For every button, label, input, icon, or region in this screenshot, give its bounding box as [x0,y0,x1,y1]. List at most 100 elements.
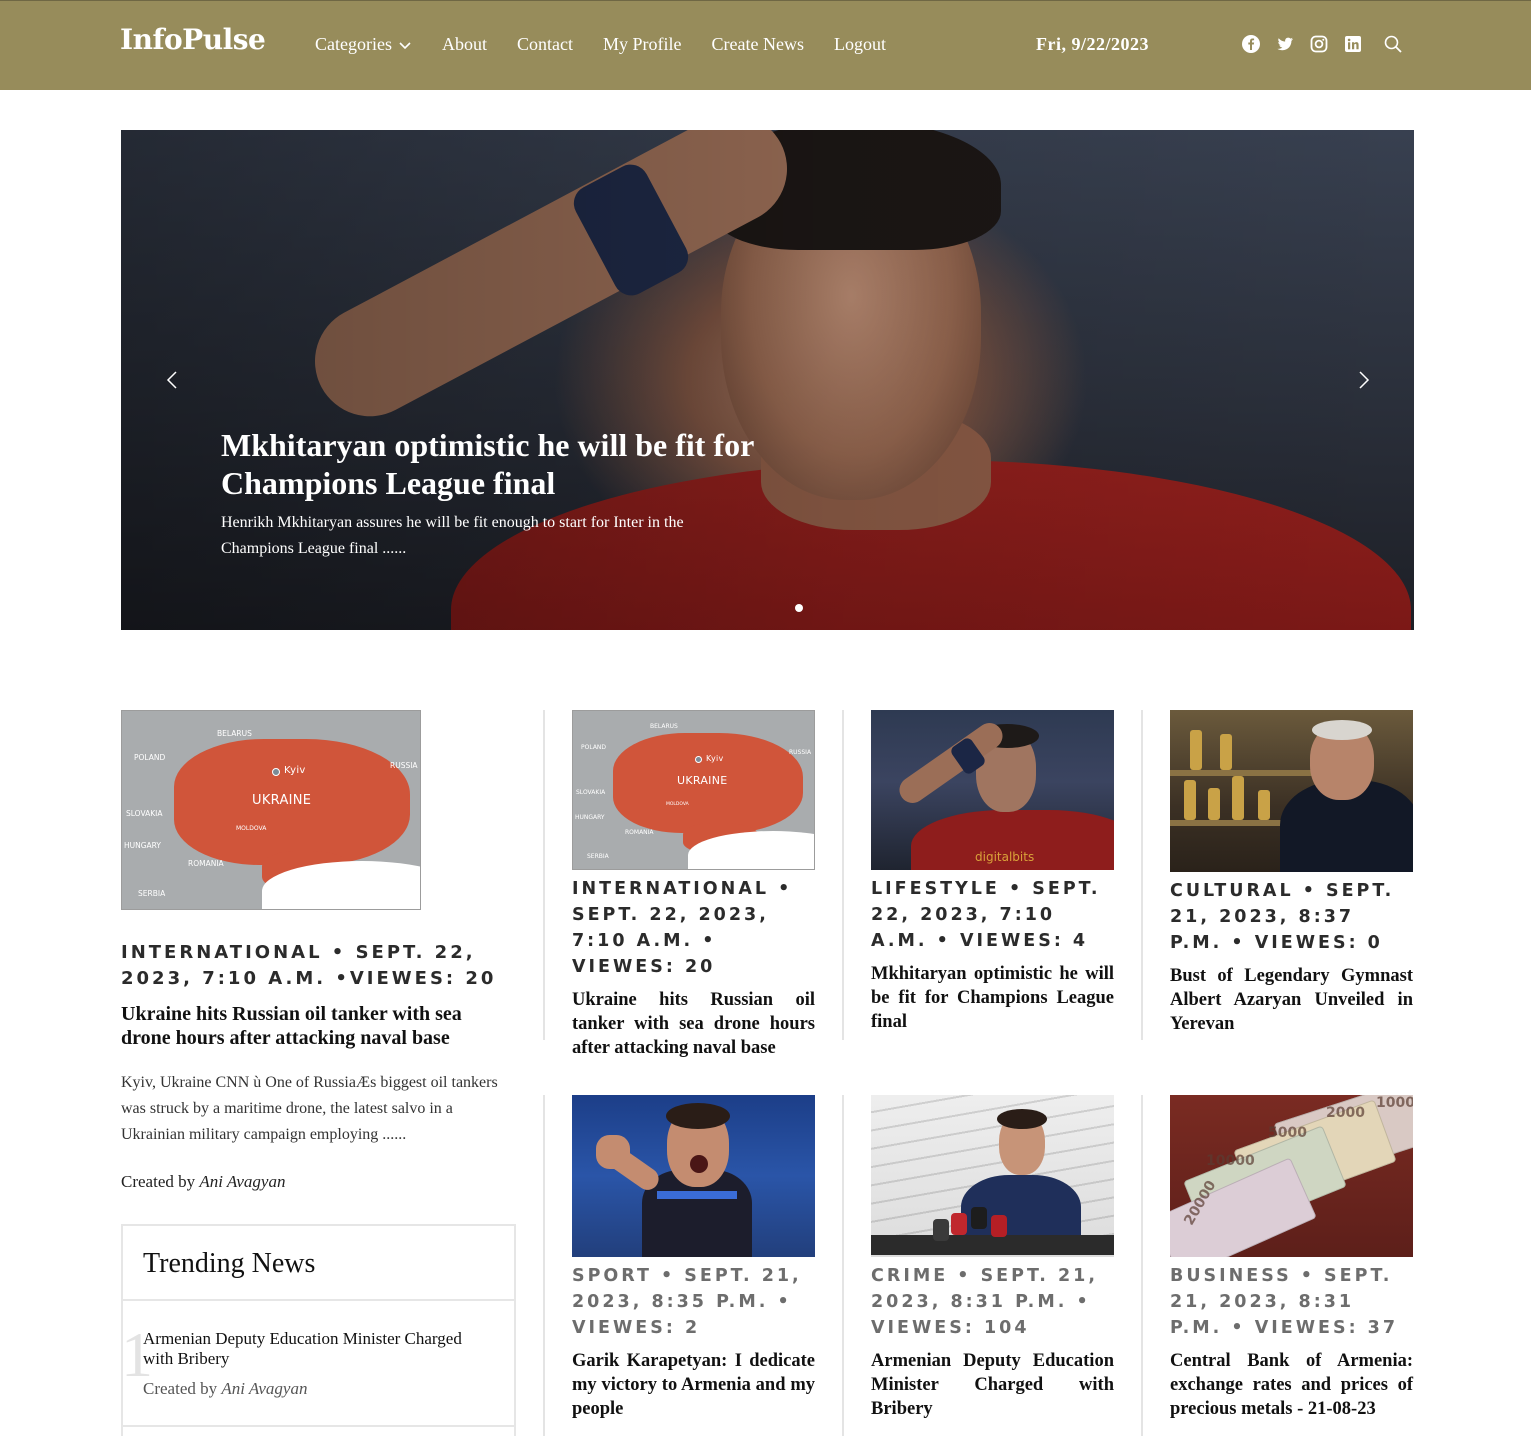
nav-about[interactable]: About [442,34,487,55]
author-prefix: Created by [143,1379,218,1398]
news-card: CULTURAL • SEPT. 21, 2023, 8:37 P.M. • V… [1170,710,1413,1036]
news-card-title[interactable]: Armenian Deputy Education Minister Charg… [871,1349,1114,1421]
map-label: POLAND [581,744,607,751]
map-label: BELARUS [217,729,252,738]
photo-trophy [1220,734,1232,770]
trending-item-author: Created by Ani Avagyan [143,1379,494,1399]
column-divider [842,710,844,1040]
news-card-meta: SPORT • SEPT. 21, 2023, 8:35 P.M. • VIEW… [572,1266,802,1338]
news-card: digitalbits LIFESTYLE • SEPT. 22, 2023, … [871,710,1114,1034]
map-label: RUSSIA [789,749,812,756]
current-date: Fri, 9/22/2023 [1036,34,1149,54]
social-links [1241,34,1403,54]
trending-news-panel: Trending News 1 Armenian Deputy Educatio… [121,1224,516,1436]
map-label: SLOVAKIA [576,789,606,796]
news-card-image[interactable] [871,1095,1114,1257]
map-label: SLOVAKIA [126,809,163,818]
photo-hair [1312,720,1372,740]
nav-label: Categories [315,34,392,54]
author-prefix: Created by [121,1172,196,1191]
news-card-meta: BUSINESS • SEPT. 21, 2023, 8:31 P.M. • V… [1170,1266,1399,1338]
nav-my-profile[interactable]: My Profile [603,34,682,55]
hero-subtitle: Henrikh Mkhitaryan assures he will be fi… [221,514,684,557]
featured-article-title[interactable]: Ukraine hits Russian oil tanker with sea… [121,1002,516,1050]
instagram-icon[interactable] [1309,34,1329,54]
featured-article: Kyiv UKRAINE BELARUS POLAND RUSSIA SLOVA… [121,710,516,1192]
photo-hair [666,1103,730,1129]
photo-shelf [1170,770,1320,776]
map-city-label: Kyiv [706,754,724,763]
news-card-meta: CULTURAL • SEPT. 21, 2023, 8:37 P.M. • V… [1170,881,1395,953]
chevron-down-icon [399,41,411,49]
news-card-title[interactable]: Garik Karapetyan: I dedicate my victory … [572,1349,815,1421]
trending-item-title[interactable]: Armenian Deputy Education Minister Charg… [143,1329,494,1369]
map-label: BELARUS [650,723,678,730]
photo-microphone [971,1207,987,1229]
map-label: SERBIA [587,853,609,860]
column-divider [842,1095,844,1436]
news-card-title[interactable]: Mkhitaryan optimistic he will be fit for… [871,962,1114,1034]
twitter-icon[interactable] [1275,34,1295,54]
map-pin-icon [272,768,280,776]
map-label: SERBIA [138,889,166,898]
photo-sponsor-text: digitalbits [975,850,1035,864]
nav-contact[interactable]: Contact [517,34,573,55]
news-card-meta: INTERNATIONAL • SEPT. 22, 2023, 7:10 A.M… [572,879,793,977]
news-card: 1000 2000 5000 10000 20000 BUSINESS • SE… [1170,1095,1413,1421]
map-label: RUSSIA [390,761,418,770]
news-card-title[interactable]: Central Bank of Armenia: exchange rates … [1170,1349,1413,1421]
trending-item[interactable]: 1 Armenian Deputy Education Minister Cha… [121,1301,514,1427]
news-card-image[interactable]: Kyiv UKRAINE BELARUS POLAND RUSSIA SLOVA… [572,710,815,870]
column-divider [543,1095,545,1436]
news-card: CRIME • SEPT. 21, 2023, 8:31 P.M. • VIEW… [871,1095,1114,1421]
linkedin-icon[interactable] [1343,34,1363,54]
news-card-image[interactable] [1170,710,1413,872]
news-card: Kyiv UKRAINE BELARUS POLAND RUSSIA SLOVA… [572,710,815,1060]
map-label: POLAND [134,753,166,762]
map-label: MOLDOVA [236,825,267,832]
photo-trophy [1184,780,1196,820]
nav-categories[interactable]: Categories [315,34,412,55]
hero-carousel[interactable]: Mkhitaryan optimistic he will be fit for… [121,130,1414,630]
column-divider [543,710,545,1040]
carousel-next-icon[interactable] [1351,368,1375,392]
nav-logout[interactable]: Logout [834,34,886,55]
news-card: SPORT • SEPT. 21, 2023, 8:35 P.M. • VIEW… [572,1095,815,1421]
photo-microphone [951,1213,967,1235]
featured-article-excerpt: Kyiv, Ukraine CNN ù One of RussiaÆs bigg… [121,1074,498,1143]
search-icon[interactable] [1383,34,1403,54]
nav-create-news[interactable]: Create News [711,34,803,55]
featured-article-author: Created by Ani Avagyan [121,1172,516,1192]
photo-trophy [1232,776,1244,820]
photo-trophy [1190,730,1202,770]
map-country-label: UKRAINE [677,774,728,787]
photo-trophy [1208,788,1220,820]
author-name[interactable]: Ani Avagyan [199,1172,285,1191]
hero-title[interactable]: Mkhitaryan optimistic he will be fit for… [221,426,781,502]
news-card-image[interactable] [572,1095,815,1257]
main-nav: Categories About Contact My Profile Crea… [315,34,916,55]
photo-microphone [933,1219,949,1241]
news-card-title[interactable]: Ukraine hits Russian oil tanker with sea… [572,988,815,1060]
author-name[interactable]: Ani Avagyan [221,1379,307,1398]
map-label: HUNGARY [124,841,161,850]
news-card-image[interactable]: digitalbits [871,710,1114,870]
map-label: MOLDOVA [666,802,689,807]
featured-article-image[interactable]: Kyiv UKRAINE BELARUS POLAND RUSSIA SLOVA… [121,710,421,910]
banknote-value: 2000 [1326,1105,1365,1121]
carousel-prev-icon[interactable] [161,368,185,392]
site-logo[interactable]: InfoPulse [120,23,266,56]
map-label: ROMANIA [188,859,224,868]
carousel-indicator[interactable] [795,604,803,612]
featured-article-meta: INTERNATIONAL • SEPT. 22, 2023, 7:10 A.M… [121,942,497,989]
news-card-meta: CRIME • SEPT. 21, 2023, 8:31 P.M. • VIEW… [871,1266,1098,1338]
facebook-icon[interactable] [1241,34,1261,54]
map-label: HUNGARY [575,814,605,821]
news-card-image[interactable]: 1000 2000 5000 10000 20000 [1170,1095,1413,1257]
trending-heading: Trending News [123,1226,514,1301]
map-country-label: UKRAINE [252,793,312,808]
news-card-title[interactable]: Bust of Legendary Gymnast Albert Azaryan… [1170,964,1413,1036]
column-divider [1141,1095,1143,1436]
news-card-meta: LIFESTYLE • SEPT. 22, 2023, 7:10 A.M. • … [871,879,1101,951]
photo-microphone [991,1215,1007,1237]
